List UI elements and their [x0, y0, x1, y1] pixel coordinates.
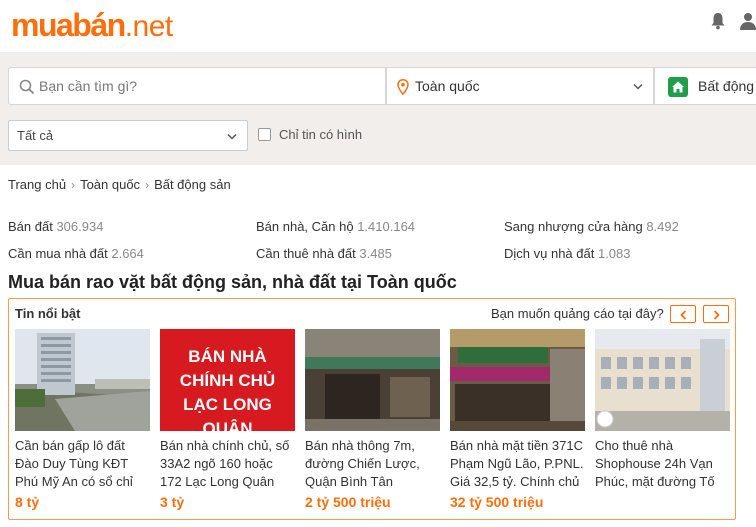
location-select[interactable]: Toàn quốc: [386, 67, 654, 105]
chevron-left-icon: [680, 310, 687, 320]
top-bar: muabán.net: [0, 0, 756, 52]
listing-card[interactable]: Cho thuê nhà Shophouse 24h Vạn Phúc, mặt…: [595, 329, 730, 510]
stat-link-can-mua[interactable]: Cần mua nhà đất 2.664: [8, 246, 256, 273]
chevron-down-icon: [227, 133, 237, 140]
listing-card[interactable]: Bán nhà mặt tiền 371C Phạm Ngũ Lão, P.PN…: [450, 329, 585, 510]
listing-image[interactable]: [15, 329, 150, 431]
search-box[interactable]: [8, 67, 386, 105]
stat-link-can-thue[interactable]: Cần thuê nhà đất 3.485: [256, 246, 504, 273]
listing-image[interactable]: [450, 329, 585, 431]
stat-link-ban-dat[interactable]: Bán đất 306.934: [8, 219, 256, 246]
image-only-label: Chỉ tin có hình: [279, 127, 363, 142]
search-band: Toàn quốc Bất động Tất cả Chỉ tin có hìn…: [0, 52, 756, 165]
listing-image[interactable]: BÁN NHÀ CHÍNH CHỦ LẠC LONG QUÂN: [160, 329, 295, 431]
next-button[interactable]: [703, 305, 729, 323]
site-logo[interactable]: muabán.net: [11, 7, 173, 43]
listing-title[interactable]: Bán nhà thông 7m, đường Chiến Lược, Quận…: [305, 437, 440, 491]
breadcrumb-item-category[interactable]: Bất động sản: [154, 177, 231, 192]
listing-card[interactable]: Cần bán gấp lô đất Đào Duy Tùng KĐT Phú …: [15, 329, 150, 510]
search-input[interactable]: [39, 68, 379, 104]
category-select[interactable]: Bất động: [654, 67, 756, 105]
chevron-down-icon: [633, 83, 643, 90]
breadcrumb-item-location[interactable]: Toàn quốc: [80, 177, 140, 192]
chevron-right-icon: [713, 310, 720, 320]
prev-button[interactable]: [670, 305, 696, 323]
category-stats: Bán đất 306.934 Bán nhà, Căn hộ 1.410.16…: [8, 219, 756, 273]
listing-title[interactable]: Cần bán gấp lô đất Đào Duy Tùng KĐT Phú …: [15, 437, 150, 491]
category-value: Bất động: [698, 78, 755, 94]
stat-link-sang-nhuong[interactable]: Sang nhượng cửa hàng 8.492: [504, 219, 752, 246]
listing-card[interactable]: BÁN NHÀ CHÍNH CHỦ LẠC LONG QUÂN Bán nhà …: [160, 329, 295, 510]
location-pin-icon: [397, 79, 409, 95]
top-icons: [710, 12, 756, 30]
listing-image[interactable]: [595, 329, 730, 431]
listing-title[interactable]: Bán nhà mặt tiền 371C Phạm Ngũ Lão, P.PN…: [450, 437, 585, 491]
stat-link-ban-nha[interactable]: Bán nhà, Căn hộ 1.410.164: [256, 219, 504, 246]
listing-title[interactable]: Bán nhà chính chủ, số 33A2 ngõ 160 hoặc …: [160, 437, 295, 491]
featured-title: Tin nổi bật: [15, 306, 81, 321]
type-filter-value: Tất cả: [17, 128, 54, 143]
featured-cards: Cần bán gấp lô đất Đào Duy Tùng KĐT Phú …: [15, 329, 730, 510]
image-only-checkbox[interactable]: [258, 128, 271, 141]
featured-listings: Tin nổi bật Bạn muốn quảng cáo tại đây?: [8, 298, 736, 520]
bell-icon[interactable]: [710, 12, 726, 30]
listing-image[interactable]: [305, 329, 440, 431]
chevron-right-icon: ›: [71, 177, 76, 192]
type-filter-select[interactable]: Tất cả: [8, 120, 248, 151]
stat-link-dich-vu[interactable]: Dịch vụ nhà đất 1.083: [504, 246, 752, 273]
listing-card[interactable]: Bán nhà thông 7m, đường Chiến Lược, Quận…: [305, 329, 440, 510]
listing-title[interactable]: Cho thuê nhà Shophouse 24h Vạn Phúc, mặt…: [595, 437, 730, 491]
breadcrumb: Trang chủ › Toàn quốc › Bất động sản: [8, 177, 231, 192]
listing-image-text: BÁN NHÀ CHÍNH CHỦ LẠC LONG QUÂN: [179, 347, 276, 431]
stats-row: Cần mua nhà đất 2.664 Cần thuê nhà đất 3…: [8, 246, 756, 273]
home-icon: [668, 77, 688, 97]
chevron-right-icon: ›: [145, 177, 150, 192]
listing-price: 2 tỷ 500 triệu: [305, 494, 391, 510]
user-icon[interactable]: [740, 12, 756, 30]
breadcrumb-item-home[interactable]: Trang chủ: [8, 177, 66, 192]
advertise-link[interactable]: Bạn muốn quảng cáo tại đây?: [491, 306, 664, 321]
listing-price: 3 tỷ: [160, 494, 185, 510]
page-title: Mua bán rao vặt bất động sản, nhà đất tạ…: [8, 272, 457, 292]
listing-price: 8 tỷ: [15, 494, 40, 510]
image-only-filter[interactable]: Chỉ tin có hình: [258, 127, 362, 142]
search-icon: [19, 79, 35, 95]
listing-price: 32 tỷ 500 triệu: [450, 494, 544, 510]
location-value: Toàn quốc: [415, 78, 480, 94]
stats-row: Bán đất 306.934 Bán nhà, Căn hộ 1.410.16…: [8, 219, 756, 246]
